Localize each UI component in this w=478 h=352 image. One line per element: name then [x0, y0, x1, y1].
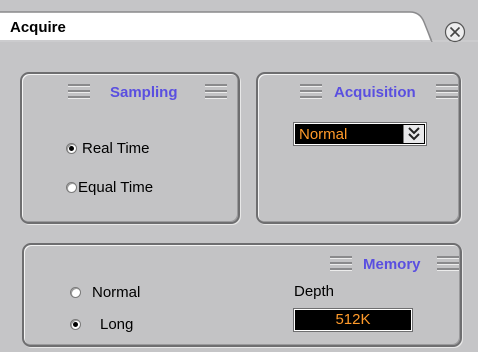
acquisition-mode-select[interactable]: Normal	[293, 122, 427, 146]
window-title: Acquire	[10, 19, 66, 36]
depth-value-readout[interactable]: 512K	[293, 308, 413, 332]
double-chevron-down-icon	[408, 127, 420, 141]
radio-label: Long	[100, 316, 134, 333]
circle-x-icon	[444, 21, 466, 43]
radio-memory-long[interactable]: Long	[70, 316, 133, 333]
acquisition-title: Acquisition	[334, 84, 416, 101]
grip-lines-icon	[330, 256, 352, 271]
sampling-title: Sampling	[110, 84, 178, 101]
grip-lines-icon	[68, 84, 90, 99]
grip-lines-icon	[437, 256, 459, 271]
radio-button[interactable]	[70, 319, 81, 330]
radio-label: Normal	[92, 284, 141, 301]
memory-title: Memory	[363, 256, 421, 273]
grip-lines-icon	[436, 84, 458, 99]
title-bar: Acquire	[0, 0, 478, 43]
grip-lines-icon	[205, 84, 227, 99]
close-button[interactable]	[444, 21, 466, 43]
acquire-window: Acquire Sampling Real Time Equal Time Ac…	[0, 0, 478, 352]
radio-button[interactable]	[70, 287, 81, 298]
radio-button[interactable]	[66, 143, 77, 154]
radio-label: Equal Time	[78, 179, 154, 196]
select-value: Normal	[299, 126, 348, 143]
depth-label: Depth	[294, 283, 335, 300]
grip-lines-icon	[300, 84, 322, 99]
radio-equal-time[interactable]: Equal Time	[66, 179, 153, 196]
radio-label: Real Time	[82, 140, 150, 157]
radio-real-time[interactable]: Real Time	[66, 140, 150, 157]
dropdown-button[interactable]	[403, 125, 424, 143]
title-tab-shape	[0, 11, 478, 42]
radio-button[interactable]	[66, 182, 77, 193]
radio-memory-normal[interactable]: Normal	[70, 284, 140, 301]
